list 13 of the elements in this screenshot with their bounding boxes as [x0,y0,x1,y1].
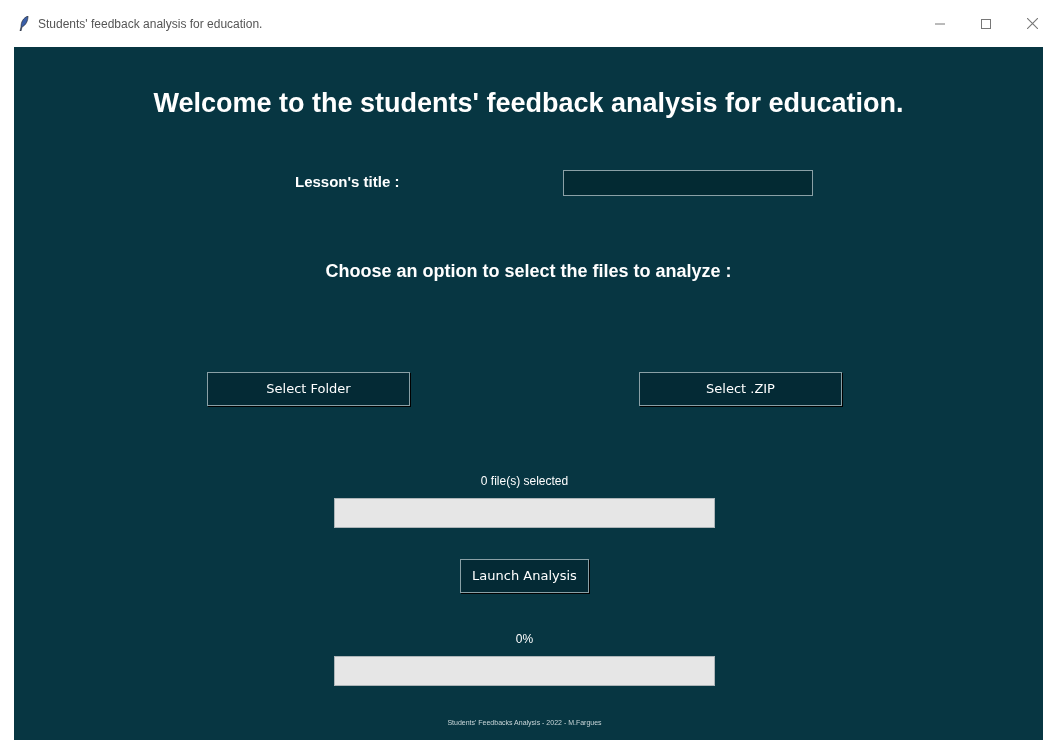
select-button[interactable]: Select Folder [207,371,410,406]
prompt-text: Choose an option to select the files to analyze : [325,259,732,283]
lesson-label: Lesson's title : [295,172,400,193]
window-title: Students' feedback analysis for education. [38,15,263,33]
launch-analysis-button[interactable]: Launch Analysis [460,558,589,593]
lesson-title-field[interactable] [563,169,813,196]
feather-icon [19,16,29,31]
close-icon [1026,18,1038,29]
heading: Welcome to the students' feedback analysis for education. [153,87,904,120]
maximize-icon [981,18,991,29]
select-button[interactable]: Select .ZIP [639,371,842,406]
analysis-status: 0% [515,630,534,648]
files-status: 0 file(s) selected [480,472,569,490]
